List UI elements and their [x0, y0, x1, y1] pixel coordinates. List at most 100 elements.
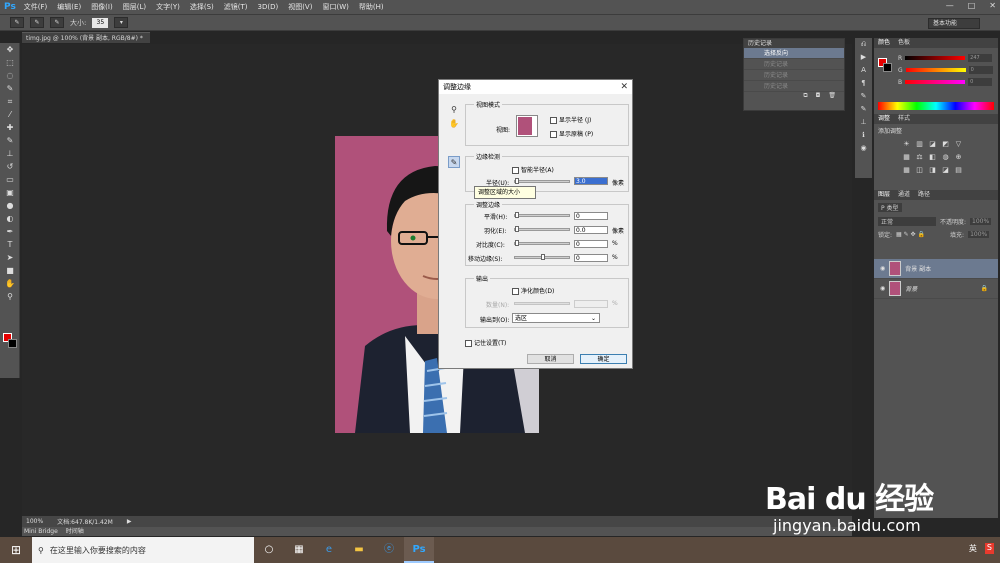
lookup-icon[interactable]: ▦ [902, 166, 911, 175]
show-radius-checkbox[interactable]: 显示半径 (J) [550, 115, 591, 124]
visibility-eye-icon[interactable]: ◉ [880, 285, 885, 292]
path-select-tool-icon[interactable]: ➤ [0, 251, 20, 264]
character-panel-icon[interactable]: A [855, 64, 872, 77]
pen-tool-icon[interactable]: ✒ [0, 225, 20, 238]
marquee-tool-icon[interactable]: ⬚ [0, 56, 20, 69]
minimize-icon[interactable]: — [946, 1, 954, 10]
selective-color-icon[interactable]: ▤ [954, 166, 963, 175]
hand-tool-icon[interactable]: ✋ [448, 118, 460, 130]
info-panel-icon[interactable]: ℹ [855, 129, 872, 142]
status-arrow-icon[interactable]: ▶ [127, 518, 132, 525]
dodge-tool-icon[interactable]: ◐ [0, 212, 20, 225]
type-tool-icon[interactable]: T [0, 238, 20, 251]
tool-presets-icon[interactable]: ✎ [855, 90, 872, 103]
layer-row[interactable]: ◉ 背景 副本 [874, 259, 998, 279]
file-explorer-icon[interactable]: ▬ [344, 537, 374, 563]
g-slider[interactable] [905, 68, 966, 72]
menu-file[interactable]: 文件(F) [24, 2, 48, 12]
history-item[interactable]: 选择反向 [744, 48, 844, 59]
contrast-slider[interactable] [514, 240, 570, 246]
eyedropper-tool-icon[interactable]: ⁄ [0, 108, 20, 121]
healing-tool-icon[interactable]: ✚ [0, 121, 20, 134]
stamp-tool-icon[interactable]: ⊥ [0, 147, 20, 160]
exposure-icon[interactable]: ◩ [941, 140, 950, 149]
smooth-input[interactable]: 0 [574, 212, 608, 220]
decontaminate-checkbox[interactable]: 净化颜色(D) [512, 286, 554, 295]
layer-name[interactable]: 背景 副本 [905, 264, 931, 273]
blend-mode-select[interactable]: 正常 [878, 217, 936, 226]
zoom-tool-icon[interactable]: ⚲ [0, 290, 20, 303]
media-app-icon[interactable]: ▦ [284, 537, 314, 563]
remember-settings-checkbox[interactable]: 记住设置(T) [465, 338, 506, 347]
windows-start-icon[interactable]: ⊞ [0, 537, 32, 563]
close-icon[interactable]: ✕ [989, 1, 996, 10]
tab-layers[interactable]: 图层 [878, 190, 890, 200]
tab-mini-bridge[interactable]: Mini Bridge [24, 528, 58, 535]
tab-adjustments[interactable]: 调整 [878, 114, 890, 124]
levels-icon[interactable]: ▥ [915, 140, 924, 149]
photo-filter-icon[interactable]: ◍ [941, 153, 950, 162]
quick-select-tool-icon[interactable]: ✎ [0, 82, 20, 95]
feather-slider[interactable] [514, 226, 570, 232]
actions-panel-icon[interactable]: ▶ [855, 51, 872, 64]
size-input[interactable]: 35 [92, 17, 109, 28]
brush-preset-icon[interactable]: ✎ [10, 17, 24, 28]
color-balance-icon[interactable]: ⚖ [915, 153, 924, 162]
size-chevron-icon[interactable]: ▾ [114, 17, 129, 28]
history-panel-title[interactable]: 历史记录 [744, 39, 844, 48]
g-value[interactable]: 0 [968, 66, 993, 74]
new-snapshot-icon[interactable]: ⧉ [803, 92, 807, 100]
shape-tool-icon[interactable]: ■ [0, 264, 20, 277]
camera-icon[interactable]: ◘ [816, 92, 821, 100]
shift-edge-input[interactable]: 0 [574, 254, 608, 262]
show-original-checkbox[interactable]: 显示原稿 (P) [550, 129, 593, 138]
crop-tool-icon[interactable]: ⌗ [0, 95, 20, 108]
r-value[interactable]: 247 [968, 54, 993, 62]
r-slider[interactable] [905, 56, 966, 60]
maximize-icon[interactable]: □ [968, 1, 976, 10]
taskbar-search-box[interactable]: ⚲ 在这里输入你要搜索的内容 [32, 537, 254, 563]
view-thumbnail-dropdown[interactable] [516, 115, 538, 137]
curves-icon[interactable]: ◪ [928, 140, 937, 149]
brush-panel-icon[interactable]: ✎ [855, 103, 872, 116]
threshold-icon[interactable]: ◪ [941, 166, 950, 175]
posterize-icon[interactable]: ◨ [928, 166, 937, 175]
channel-mixer-icon[interactable]: ⊕ [954, 153, 963, 162]
history-brush-tool-icon[interactable]: ↺ [0, 160, 20, 173]
ie-browser-icon[interactable]: ⓔ [374, 537, 404, 563]
tab-timeline[interactable]: 时间轴 [66, 528, 84, 535]
gradient-tool-icon[interactable]: ▣ [0, 186, 20, 199]
ime-lang-indicator[interactable]: 英 [969, 543, 977, 554]
color-spectrum[interactable] [878, 102, 994, 110]
blur-tool-icon[interactable]: ● [0, 199, 20, 212]
tab-channels[interactable]: 通道 [898, 190, 910, 200]
lock-icons[interactable]: ▦ ✎ ✥ 🔒 [896, 231, 946, 238]
hue-icon[interactable]: ▦ [902, 153, 911, 162]
radius-slider[interactable] [514, 178, 570, 184]
dialog-close-icon[interactable]: ✕ [620, 82, 628, 92]
3d-panel-icon[interactable]: ◉ [855, 142, 872, 155]
brush-add-icon[interactable]: ✎ [30, 17, 44, 28]
menu-image[interactable]: 图像(I) [91, 2, 113, 12]
zoom-readout[interactable]: 100% [26, 518, 43, 525]
tab-styles[interactable]: 样式 [898, 114, 910, 124]
task-view-icon[interactable]: ○ [254, 537, 284, 563]
menu-type[interactable]: 文字(Y) [156, 2, 180, 12]
menu-help[interactable]: 帮助(H) [359, 2, 384, 12]
menu-view[interactable]: 视图(V) [288, 2, 312, 12]
opacity-value[interactable]: 100% [970, 218, 992, 225]
layer-kind-filter[interactable]: P 类型 [878, 203, 902, 212]
output-to-select[interactable]: 选区 ⌄ [512, 313, 600, 323]
eraser-tool-icon[interactable]: ▭ [0, 173, 20, 186]
layer-name[interactable]: 背景 [905, 284, 917, 293]
menu-select[interactable]: 选择(S) [190, 2, 214, 12]
history-panel-icon[interactable]: ⎌ [855, 38, 872, 51]
hand-tool-icon[interactable]: ✋ [0, 277, 20, 290]
ok-button[interactable]: 确定 [580, 354, 627, 364]
menu-3d[interactable]: 3D(D) [258, 3, 279, 11]
background-color-swatch[interactable] [8, 339, 17, 348]
menu-edit[interactable]: 编辑(E) [57, 2, 81, 12]
zoom-tool-icon[interactable]: ⚲ [448, 104, 460, 116]
paragraph-panel-icon[interactable]: ¶ [855, 77, 872, 90]
smooth-slider[interactable] [514, 212, 570, 218]
